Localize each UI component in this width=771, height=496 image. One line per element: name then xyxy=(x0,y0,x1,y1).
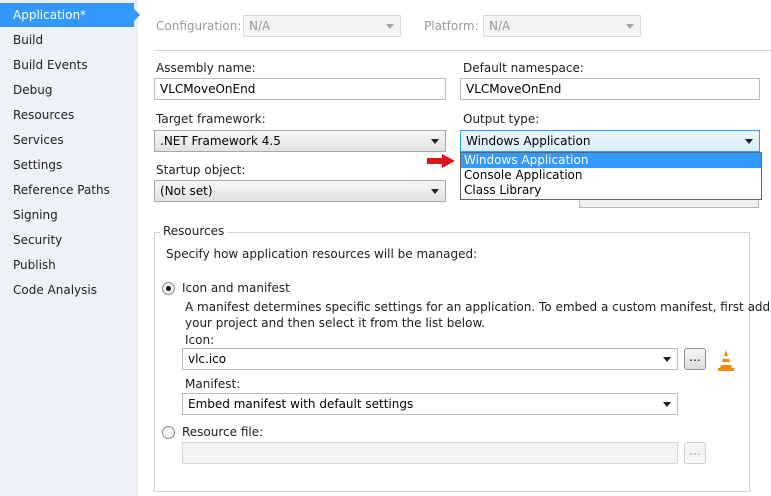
red-arrow-icon xyxy=(427,154,455,168)
configuration-label: Configuration: xyxy=(156,19,242,33)
chevron-down-icon xyxy=(626,24,634,29)
sidebar-item-resources[interactable]: Resources xyxy=(0,103,134,127)
startup-object-label: Startup object: xyxy=(156,163,246,177)
icon-select[interactable]: vlc.ico xyxy=(182,348,678,370)
chevron-down-icon xyxy=(663,402,671,407)
platform-select: N/A xyxy=(483,15,641,37)
icon-browse-button[interactable]: ... xyxy=(684,348,706,370)
target-framework-label: Target framework: xyxy=(156,112,266,126)
sidebar-item-debug[interactable]: Debug xyxy=(0,78,134,102)
default-namespace-input[interactable]: VLCMoveOnEnd xyxy=(460,78,760,100)
sidebar-item-security[interactable]: Security xyxy=(0,228,134,252)
output-type-value: Windows Application xyxy=(466,134,591,148)
sidebar-item-code-analysis[interactable]: Code Analysis xyxy=(0,278,134,302)
platform-label: Platform: xyxy=(424,19,479,33)
chevron-down-icon xyxy=(663,357,671,362)
icon-manifest-label[interactable]: Icon and manifest xyxy=(182,281,290,295)
resources-group-title: Resources xyxy=(160,224,228,238)
target-framework-select[interactable]: .NET Framework 4.5 xyxy=(154,130,446,152)
output-type-option-windows-application[interactable]: Windows Application xyxy=(461,153,761,168)
manifest-value: Embed manifest with default settings xyxy=(188,397,414,411)
manifest-select[interactable]: Embed manifest with default settings xyxy=(182,393,678,415)
sidebar-item-build[interactable]: Build xyxy=(0,28,134,52)
sidebar-item-publish[interactable]: Publish xyxy=(0,253,134,277)
icon-manifest-radio[interactable] xyxy=(162,282,175,295)
sidebar-item-settings[interactable]: Settings xyxy=(0,153,134,177)
chevron-down-icon xyxy=(431,189,439,194)
startup-object-select[interactable]: (Not set) xyxy=(154,180,446,202)
sidebar-item-application[interactable]: Application* xyxy=(0,3,140,27)
output-type-option-console-application[interactable]: Console Application xyxy=(461,168,761,183)
manifest-label: Manifest: xyxy=(185,377,241,391)
chevron-down-icon xyxy=(431,139,439,144)
resource-file-label[interactable]: Resource file: xyxy=(182,425,263,439)
sidebar-item-build-events[interactable]: Build Events xyxy=(0,53,134,77)
resource-file-input xyxy=(182,442,678,464)
chevron-down-icon xyxy=(386,24,394,29)
vlc-cone-icon xyxy=(718,350,734,371)
assembly-name-input[interactable]: VLCMoveOnEnd xyxy=(154,78,446,100)
icon-value: vlc.ico xyxy=(188,352,227,366)
output-type-option-class-library[interactable]: Class Library xyxy=(461,183,761,198)
output-type-label: Output type: xyxy=(463,112,540,126)
configuration-value: N/A xyxy=(249,19,271,33)
startup-object-value: (Not set) xyxy=(160,184,213,198)
icon-manifest-description-1: A manifest determines specific settings … xyxy=(185,300,771,314)
sidebar-item-services[interactable]: Services xyxy=(0,128,134,152)
application-page: Configuration: N/A Platform: N/A Assembl… xyxy=(138,0,771,496)
platform-value: N/A xyxy=(489,19,511,33)
sidebar-item-signing[interactable]: Signing xyxy=(0,203,134,227)
output-type-dropdown: Windows Application Console Application … xyxy=(460,152,762,200)
icon-manifest-description-2: your project and then select it from the… xyxy=(185,316,485,330)
chevron-down-icon xyxy=(745,139,753,144)
icon-label: Icon: xyxy=(185,333,215,347)
resource-file-browse-button: ... xyxy=(684,442,706,464)
sidebar-item-reference-paths[interactable]: Reference Paths xyxy=(0,178,134,202)
resources-description: Specify how application resources will b… xyxy=(166,247,478,261)
output-type-select[interactable]: Windows Application xyxy=(460,130,760,152)
target-framework-value: .NET Framework 4.5 xyxy=(160,134,281,148)
resource-file-radio[interactable] xyxy=(162,426,175,439)
header-divider xyxy=(154,50,771,51)
configuration-select: N/A xyxy=(243,15,401,37)
assembly-name-label: Assembly name: xyxy=(156,61,256,75)
default-namespace-label: Default namespace: xyxy=(463,61,584,75)
sidebar: Application* Build Build Events Debug Re… xyxy=(0,0,140,496)
radio-selected-dot xyxy=(166,286,171,291)
